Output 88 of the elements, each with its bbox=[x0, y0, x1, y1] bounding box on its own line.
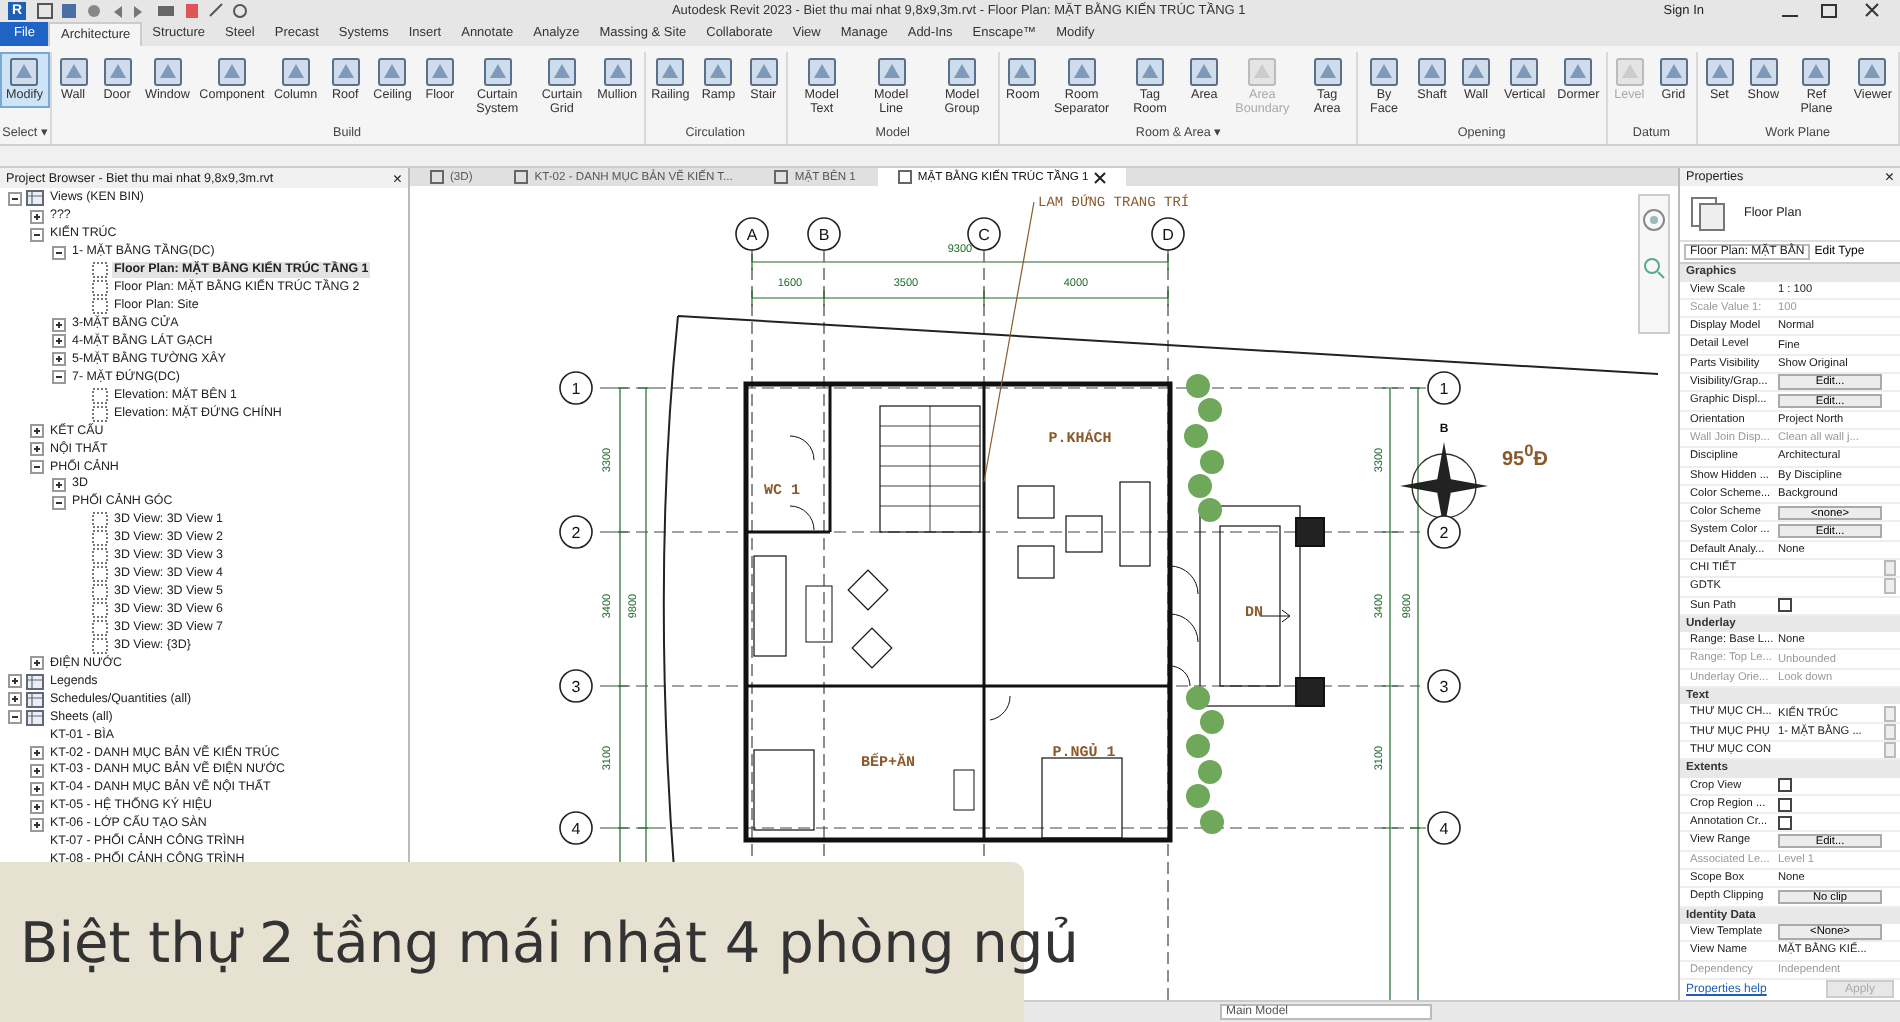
tool-icon bbox=[1703, 56, 1736, 88]
navigation-bar[interactable] bbox=[1638, 194, 1670, 334]
zoom-icon[interactable] bbox=[1642, 256, 1666, 280]
expand-toggle-icon[interactable] bbox=[52, 317, 66, 332]
tool-icon bbox=[1188, 56, 1221, 88]
tool-icon bbox=[151, 56, 184, 88]
tool-icon bbox=[1460, 56, 1493, 88]
expand-toggle-icon[interactable] bbox=[30, 656, 44, 671]
grid-bubble: 2 bbox=[559, 515, 593, 549]
angle-label: 95$^{0}$Đ bbox=[1502, 440, 1548, 471]
collapse-toggle-icon[interactable] bbox=[8, 710, 22, 725]
close-button[interactable]: × bbox=[1884, 168, 1894, 186]
expand-toggle-icon[interactable] bbox=[52, 477, 66, 492]
grid-bubble: 1 bbox=[1427, 371, 1461, 405]
grid-bubble: 3 bbox=[1427, 669, 1461, 703]
table-icon bbox=[26, 709, 44, 726]
tool-icon bbox=[376, 56, 409, 88]
tool-icon bbox=[1133, 56, 1166, 88]
tool-icon bbox=[805, 56, 838, 88]
close-button[interactable]: × bbox=[392, 169, 402, 187]
close-icon[interactable] bbox=[1094, 171, 1107, 183]
grid-bubble: 4 bbox=[559, 811, 593, 845]
expand-toggle-icon[interactable] bbox=[30, 763, 44, 778]
tool-icon bbox=[1562, 56, 1595, 88]
table-icon bbox=[26, 691, 44, 708]
view-icon bbox=[514, 170, 529, 184]
tool-icon bbox=[1800, 56, 1833, 88]
tool-icon bbox=[215, 56, 248, 88]
tool-icon bbox=[101, 56, 134, 88]
tool-icon bbox=[1508, 56, 1541, 88]
expand-toggle-icon[interactable] bbox=[30, 746, 44, 761]
grid-bubble: B bbox=[807, 217, 841, 251]
tool-icon bbox=[1657, 56, 1690, 88]
grid-bubble: 2 bbox=[1427, 515, 1461, 549]
view-icon bbox=[897, 170, 912, 184]
collapse-toggle-icon[interactable] bbox=[52, 495, 66, 510]
collapse-toggle-icon[interactable] bbox=[52, 370, 66, 385]
floor-plan-icon bbox=[1688, 193, 1728, 234]
table-icon bbox=[26, 673, 44, 690]
checkbox[interactable] bbox=[1778, 815, 1792, 830]
tool-icon bbox=[423, 56, 456, 88]
tool-icon bbox=[57, 56, 90, 88]
view-icon bbox=[774, 170, 789, 184]
tool-icon bbox=[1311, 56, 1344, 88]
grid-bubble: 4 bbox=[1427, 811, 1461, 845]
expand-toggle-icon[interactable] bbox=[8, 674, 22, 689]
expand-toggle-icon[interactable] bbox=[30, 799, 44, 814]
expand-toggle-icon[interactable] bbox=[8, 692, 22, 707]
checkbox[interactable] bbox=[1778, 797, 1792, 811]
expand-toggle-icon[interactable] bbox=[30, 442, 44, 457]
tool-icon bbox=[545, 56, 578, 88]
tool-icon bbox=[8, 56, 41, 88]
steering-wheel-icon[interactable] bbox=[1642, 208, 1666, 232]
tool-icon bbox=[1246, 56, 1279, 88]
collapse-toggle-icon[interactable] bbox=[30, 460, 44, 475]
grid-bubble: 1 bbox=[559, 371, 593, 405]
collapse-toggle-icon[interactable] bbox=[8, 191, 22, 206]
grid-bubble: A bbox=[735, 217, 769, 251]
checkbox[interactable] bbox=[1778, 598, 1792, 613]
tool-icon bbox=[747, 56, 780, 88]
tool-icon bbox=[1416, 56, 1449, 88]
tool-icon bbox=[654, 56, 687, 88]
collapse-toggle-icon[interactable] bbox=[30, 227, 44, 242]
tool-icon bbox=[279, 56, 312, 88]
tool-icon bbox=[702, 56, 735, 88]
expand-toggle-icon[interactable] bbox=[30, 209, 44, 224]
expand-toggle-icon[interactable] bbox=[30, 781, 44, 796]
tool-icon bbox=[1856, 56, 1889, 88]
collapse-toggle-icon[interactable] bbox=[52, 245, 66, 260]
checkbox[interactable] bbox=[1778, 778, 1792, 793]
tool-icon bbox=[601, 56, 634, 88]
grid-bubble: D bbox=[1151, 217, 1185, 251]
tool-icon bbox=[1747, 56, 1780, 88]
tool-icon bbox=[329, 56, 362, 88]
tool-icon bbox=[1367, 56, 1400, 88]
grid-bubble: 3 bbox=[559, 669, 593, 703]
tool-icon bbox=[1065, 56, 1098, 88]
tool-icon bbox=[1613, 56, 1646, 88]
expand-toggle-icon[interactable] bbox=[30, 424, 44, 439]
tool-icon bbox=[1006, 56, 1039, 88]
tool-icon bbox=[481, 56, 514, 88]
expand-toggle-icon[interactable] bbox=[30, 817, 44, 832]
expand-toggle-icon[interactable] bbox=[52, 352, 66, 367]
tool-icon bbox=[875, 56, 908, 88]
expand-toggle-icon[interactable] bbox=[52, 334, 66, 349]
view-icon bbox=[430, 170, 444, 184]
tool-icon bbox=[946, 56, 979, 88]
caption-text: Biệt thự 2 tầng mái nhật 4 phòng ngủ bbox=[20, 909, 1079, 975]
